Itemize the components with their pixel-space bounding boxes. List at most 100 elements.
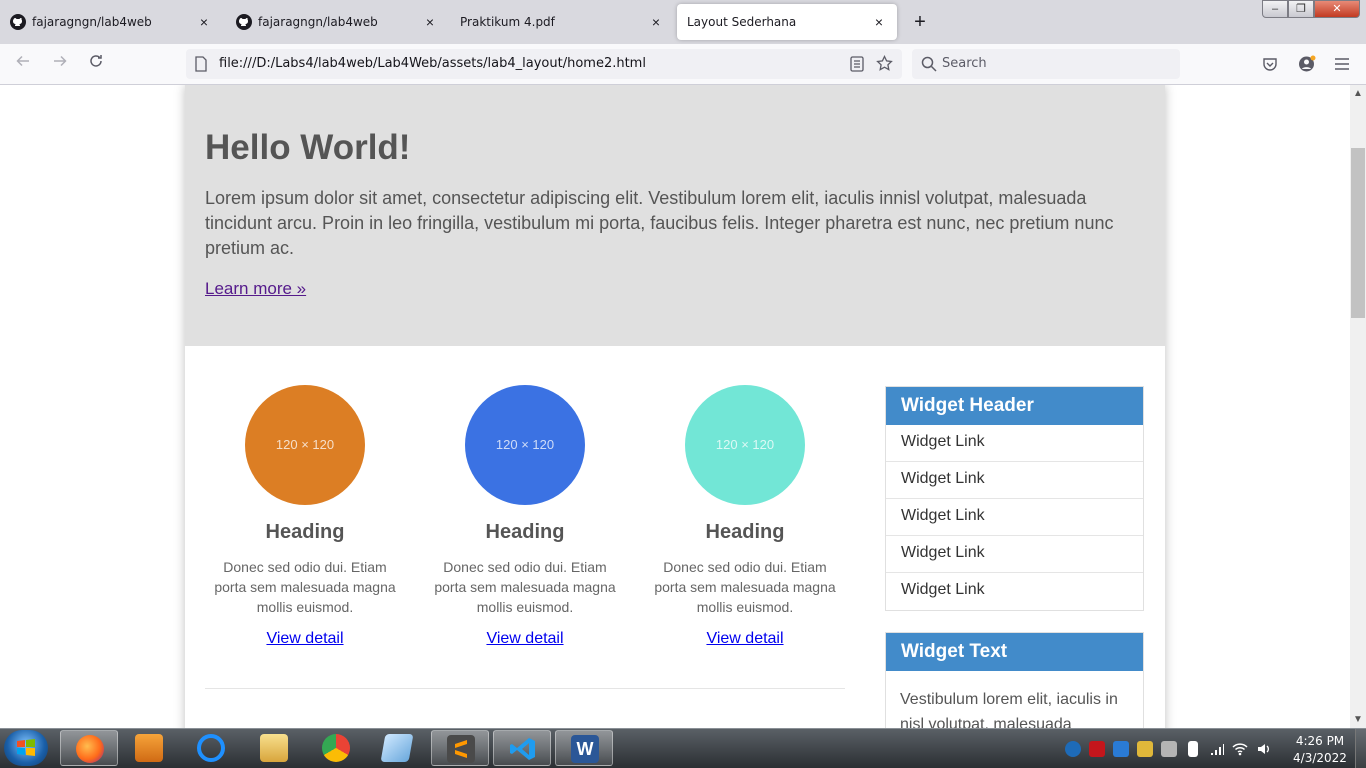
search-bar[interactable]: Search: [912, 49, 1180, 79]
card-heading: Heading: [485, 521, 565, 543]
close-tab-icon[interactable]: ×: [648, 14, 664, 30]
tab-title: Praktikum 4.pdf: [460, 15, 555, 29]
tab-title: Layout Sederhana: [687, 15, 797, 29]
window-controls: – ❐ ✕: [1262, 0, 1360, 18]
hero-section: Hello World! Lorem ipsum dolor sit amet,…: [185, 85, 1165, 346]
tab-strip: fajaragngn/lab4web × fajaragngn/lab4web …: [0, 0, 1366, 44]
placeholder-image: 120 × 120: [465, 385, 585, 505]
widget-link[interactable]: Widget Link: [886, 499, 1143, 536]
widget-link[interactable]: Widget Link: [886, 536, 1143, 573]
arrow-left-icon: [16, 55, 29, 67]
start-button[interactable]: [4, 730, 48, 766]
widget-text-header: Widget Text: [886, 633, 1143, 671]
widget-header: Widget Header: [886, 387, 1143, 425]
search-icon: [921, 56, 937, 72]
windows-logo-icon: [17, 739, 35, 756]
card-text: Donec sed odio dui. Etiam porta sem male…: [654, 559, 836, 615]
bookmark-star-icon[interactable]: [876, 55, 893, 72]
url-bar[interactable]: file:///D:/Labs4/lab4web/Lab4Web/assets/…: [186, 49, 902, 79]
divider: [205, 688, 845, 689]
tray-app-icon[interactable]: [1137, 741, 1153, 757]
maximize-button[interactable]: ❐: [1288, 0, 1314, 18]
url-text[interactable]: file:///D:/Labs4/lab4web/Lab4Web/assets/…: [219, 56, 646, 71]
widget-text-box: Widget Text Vestibulum lorem elit, iacul…: [885, 632, 1144, 728]
widget-link[interactable]: Widget Link: [886, 573, 1143, 610]
menu-hamburger-icon[interactable]: [1334, 57, 1350, 71]
account-icon[interactable]: [1298, 55, 1316, 73]
minimize-button[interactable]: –: [1262, 0, 1288, 18]
arrow-right-icon: [54, 55, 67, 67]
taskbar-word[interactable]: W: [555, 730, 613, 766]
close-tab-icon[interactable]: ×: [871, 14, 887, 30]
view-detail-link[interactable]: View detail: [486, 630, 563, 648]
notepad-icon: [380, 734, 414, 762]
taskbar-vscode[interactable]: [493, 730, 551, 766]
hero-title: Hello World!: [205, 128, 411, 167]
scroll-up-icon[interactable]: ▲: [1350, 86, 1366, 102]
taskbar-media-player[interactable]: [120, 730, 178, 766]
tab-title: fajaragngn/lab4web: [258, 15, 378, 29]
placeholder-image: 120 × 120: [245, 385, 365, 505]
navigation-toolbar: file:///D:/Labs4/lab4web/Lab4Web/assets/…: [0, 44, 1366, 85]
acrobat-tray-icon[interactable]: [1089, 741, 1105, 757]
taskbar-internet-explorer[interactable]: [182, 730, 240, 766]
view-detail-link[interactable]: View detail: [706, 630, 783, 648]
close-window-button[interactable]: ✕: [1314, 0, 1360, 18]
tab-github-2[interactable]: fajaragngn/lab4web ×: [226, 4, 448, 40]
new-tab-button[interactable]: +: [908, 10, 932, 34]
vscode-icon: [509, 735, 537, 763]
wifi-icon[interactable]: [1232, 741, 1248, 757]
feature-card: 120 × 120 Heading Donec sed odio dui. Et…: [425, 385, 625, 648]
widget-link[interactable]: Widget Link: [886, 425, 1143, 462]
feature-card: 120 × 120 Heading Donec sed odio dui. Et…: [645, 385, 845, 648]
chrome-icon: [322, 734, 350, 762]
close-tab-icon[interactable]: ×: [422, 14, 438, 30]
show-desktop-button[interactable]: [1355, 729, 1366, 768]
tab-layout-sederhana[interactable]: Layout Sederhana ×: [677, 4, 897, 40]
pocket-icon[interactable]: [1262, 56, 1278, 72]
page-viewport: Hello World! Lorem ipsum dolor sit amet,…: [0, 85, 1350, 728]
hero-text: Lorem ipsum dolor sit amet, consectetur …: [205, 188, 1114, 258]
tab-github-1[interactable]: fajaragngn/lab4web ×: [0, 4, 222, 40]
media-player-icon: [135, 734, 163, 762]
reload-icon: [90, 55, 102, 67]
reader-view-icon[interactable]: [850, 56, 864, 72]
view-detail-link[interactable]: View detail: [266, 630, 343, 648]
sublime-text-icon: [447, 735, 475, 763]
taskbar-chrome[interactable]: [307, 730, 365, 766]
volume-icon[interactable]: [1256, 741, 1272, 757]
forward-button[interactable]: [47, 52, 73, 78]
card-heading: Heading: [705, 521, 785, 543]
scrollbar-thumb[interactable]: [1351, 148, 1365, 318]
back-button[interactable]: [10, 52, 36, 78]
taskbar-sublime-text[interactable]: [431, 730, 489, 766]
taskbar-file-explorer[interactable]: [245, 730, 303, 766]
battery-icon[interactable]: [1188, 741, 1198, 757]
widget-link[interactable]: Widget Link: [886, 462, 1143, 499]
word-icon: W: [571, 735, 599, 763]
placeholder-image: 120 × 120: [685, 385, 805, 505]
search-placeholder[interactable]: Search: [942, 56, 987, 71]
feature-card: 120 × 120 Heading Donec sed odio dui. Et…: [205, 385, 405, 648]
card-text: Donec sed odio dui. Etiam porta sem male…: [214, 559, 396, 615]
taskbar-notepad[interactable]: [368, 730, 426, 766]
reload-button[interactable]: [83, 52, 109, 78]
firefox-icon: [76, 735, 104, 763]
tray-app-icon[interactable]: [1065, 741, 1081, 757]
scroll-down-icon[interactable]: ▼: [1350, 712, 1366, 728]
taskbar-firefox[interactable]: [60, 730, 118, 766]
file-explorer-icon: [260, 734, 288, 762]
action-center-icon[interactable]: [1161, 741, 1177, 757]
clock[interactable]: 4:26 PM 4/3/2022: [1290, 733, 1350, 767]
tab-pdf[interactable]: Praktikum 4.pdf ×: [450, 4, 674, 40]
signal-icon[interactable]: [1209, 741, 1225, 757]
widget-links-box: Widget Header Widget Link Widget Link Wi…: [885, 386, 1144, 611]
card-heading: Heading: [265, 521, 345, 543]
tray-app-icon[interactable]: [1113, 741, 1129, 757]
system-tray: [1060, 732, 1290, 766]
github-icon: [236, 14, 252, 30]
learn-more-link[interactable]: Learn more »: [205, 279, 306, 299]
close-tab-icon[interactable]: ×: [196, 14, 212, 30]
clock-date: 4/3/2022: [1293, 751, 1347, 765]
clock-time: 4:26 PM: [1295, 734, 1345, 748]
